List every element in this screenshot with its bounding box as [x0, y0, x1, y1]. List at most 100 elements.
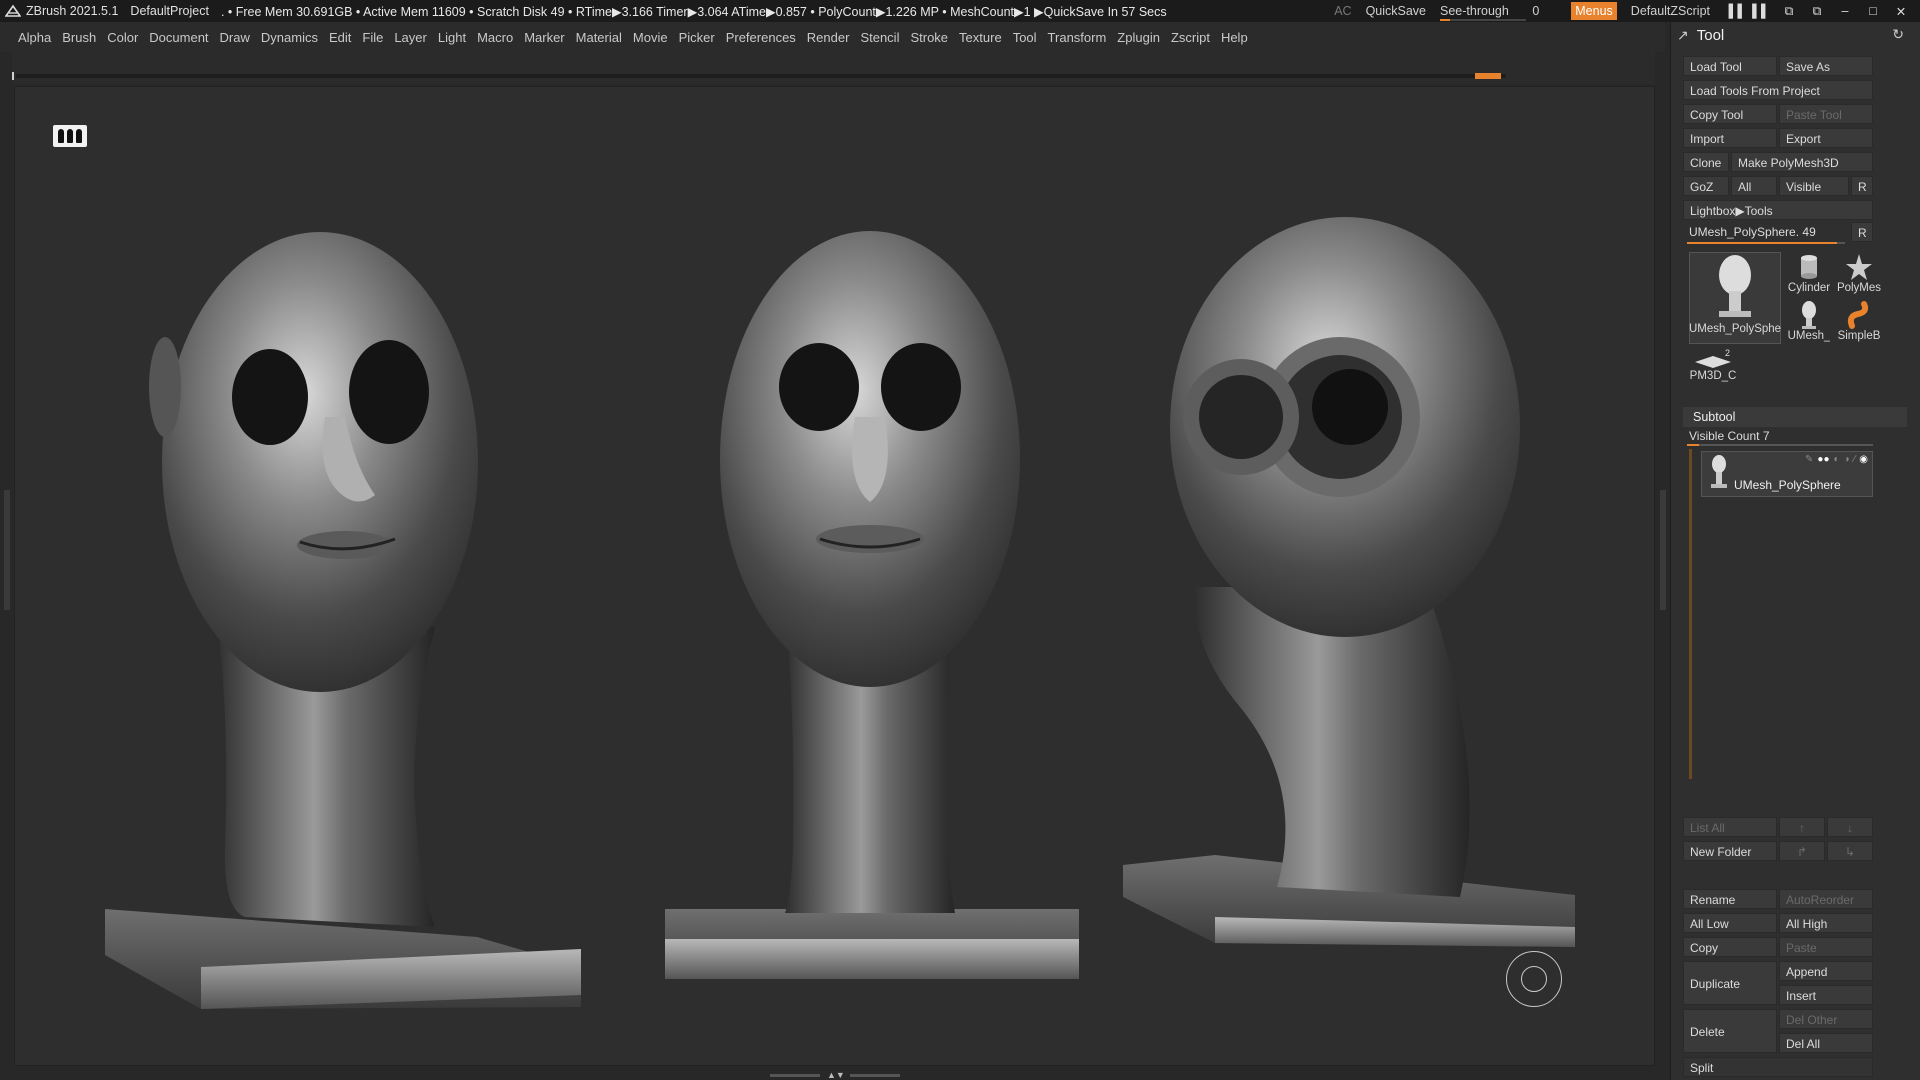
current-tool-r-button[interactable]: R — [1851, 222, 1873, 242]
default-zscript-button[interactable]: DefaultZScript — [1631, 4, 1710, 18]
menu-color[interactable]: Color — [107, 30, 138, 45]
document-canvas[interactable] — [14, 86, 1655, 1066]
thumb-pm3d[interactable]: 2 PM3D_C — [1689, 348, 1737, 388]
left-tray-toggle[interactable] — [4, 490, 10, 610]
clone-button[interactable]: Clone — [1683, 152, 1729, 172]
pen-icon[interactable]: ∕ — [1854, 454, 1856, 465]
menu-document[interactable]: Document — [149, 30, 208, 45]
layout-right-icon[interactable]: ▌▌ — [1752, 4, 1770, 18]
brush-icon[interactable]: ✎ — [1805, 454, 1813, 465]
copy-subtool-button[interactable]: Copy — [1683, 937, 1777, 957]
subtool-item[interactable]: ✎ ●● ◐ ◑ ∕ ◉ UMesh_PolySphere — [1701, 451, 1873, 497]
window-swap-icon[interactable]: ⧉ — [1808, 4, 1826, 18]
goz-visible-button[interactable]: Visible — [1779, 176, 1849, 196]
right-tray-toggle[interactable] — [1660, 490, 1666, 610]
quicksave-button[interactable]: QuickSave — [1366, 4, 1426, 18]
polypaint-toggle-icon[interactable]: ●● — [1817, 454, 1829, 465]
copy-tool-button[interactable]: Copy Tool — [1683, 104, 1777, 124]
menu-zplugin[interactable]: Zplugin — [1117, 30, 1160, 45]
paste-subtool-button[interactable]: Paste — [1779, 937, 1873, 957]
del-all-button[interactable]: Del All — [1779, 1033, 1873, 1053]
menu-file[interactable]: File — [362, 30, 383, 45]
goz-r-button[interactable]: R — [1851, 176, 1873, 196]
thumb-polymesh[interactable]: PolyMes — [1835, 252, 1883, 296]
menu-picker[interactable]: Picker — [679, 30, 715, 45]
menu-draw[interactable]: Draw — [220, 30, 250, 45]
visible-count-slider[interactable] — [1687, 444, 1873, 446]
append-button[interactable]: Append — [1779, 961, 1873, 981]
palette-refresh-icon[interactable]: ↻ — [1892, 26, 1904, 43]
move-up-icon[interactable]: ↑ — [1779, 817, 1825, 837]
maximize-icon[interactable]: □ — [1864, 4, 1882, 18]
move-down-icon[interactable]: ↓ — [1827, 817, 1873, 837]
new-folder-button[interactable]: New Folder — [1683, 841, 1777, 861]
menu-render[interactable]: Render — [807, 30, 850, 45]
current-tool-slider[interactable] — [1687, 242, 1845, 244]
menu-zscript[interactable]: Zscript — [1171, 30, 1210, 45]
menu-movie[interactable]: Movie — [633, 30, 668, 45]
paste-tool-button[interactable]: Paste Tool — [1779, 104, 1873, 124]
seethrough-slider[interactable]: See-through 0 — [1440, 4, 1557, 21]
autoreorder-button[interactable]: AutoReorder — [1779, 889, 1873, 909]
rename-button[interactable]: Rename — [1683, 889, 1777, 909]
timeline-cursor[interactable] — [12, 72, 14, 80]
menu-stencil[interactable]: Stencil — [860, 30, 899, 45]
close-icon[interactable]: ✕ — [1892, 4, 1910, 19]
menu-alpha[interactable]: Alpha — [18, 30, 51, 45]
folder-up-icon[interactable]: ↱ — [1779, 841, 1825, 861]
eye-icon[interactable]: ◉ — [1859, 454, 1868, 465]
delete-button[interactable]: Delete — [1683, 1009, 1777, 1053]
goz-all-button[interactable]: All — [1731, 176, 1777, 196]
menu-material[interactable]: Material — [576, 30, 622, 45]
menu-marker[interactable]: Marker — [524, 30, 564, 45]
timeline-track[interactable] — [16, 74, 1506, 78]
lightbox-tools-button[interactable]: Lightbox▶Tools — [1683, 200, 1873, 220]
thumb-simplebrush[interactable]: SimpleB — [1835, 300, 1883, 344]
menu-macro[interactable]: Macro — [477, 30, 513, 45]
menus-toggle-button[interactable]: Menus — [1571, 2, 1617, 20]
layout-left-icon[interactable]: ▐▐ — [1724, 4, 1742, 18]
load-tools-from-project-button[interactable]: Load Tools From Project — [1683, 80, 1873, 100]
menu-edit[interactable]: Edit — [329, 30, 351, 45]
menu-transform[interactable]: Transform — [1048, 30, 1107, 45]
zbrush-logo-icon[interactable] — [4, 2, 22, 20]
goz-button[interactable]: GoZ — [1683, 176, 1729, 196]
menu-brush[interactable]: Brush — [62, 30, 96, 45]
menu-preferences[interactable]: Preferences — [726, 30, 796, 45]
dynamesh-icon[interactable]: ◐ — [1834, 454, 1840, 465]
menu-light[interactable]: Light — [438, 30, 466, 45]
export-button[interactable]: Export — [1779, 128, 1873, 148]
load-tool-button[interactable]: Load Tool — [1683, 56, 1777, 76]
bottom-tray-toggle[interactable]: ▲▼ — [770, 1070, 900, 1080]
import-button[interactable]: Import — [1683, 128, 1777, 148]
menu-help[interactable]: Help — [1221, 30, 1248, 45]
menu-texture[interactable]: Texture — [959, 30, 1002, 45]
thumb-umesh-polysphere[interactable]: UMesh_PolySphe — [1689, 252, 1781, 344]
all-low-button[interactable]: All Low — [1683, 913, 1777, 933]
subtool-header[interactable]: Subtool — [1683, 407, 1907, 427]
save-as-button[interactable]: Save As — [1779, 56, 1873, 76]
subtool-list-scrollbar[interactable] — [1689, 449, 1692, 779]
timeline-marker[interactable] — [1475, 73, 1501, 79]
insert-button[interactable]: Insert — [1779, 985, 1873, 1005]
window-restore-icon[interactable]: ⧉ — [1780, 4, 1798, 18]
make-polymesh3d-button[interactable]: Make PolyMesh3D — [1731, 152, 1873, 172]
tool-palette-header[interactable]: ↗ Tool ↻ — [1671, 22, 1920, 48]
palette-pin-icon[interactable]: ↗ — [1677, 27, 1689, 44]
all-high-button[interactable]: All High — [1779, 913, 1873, 933]
thumb-cylinder[interactable]: Cylinder — [1785, 252, 1833, 296]
minimize-icon[interactable]: – — [1836, 4, 1854, 18]
menu-dynamics[interactable]: Dynamics — [261, 30, 318, 45]
folder-down-icon[interactable]: ↳ — [1827, 841, 1873, 861]
thumb-umesh-small[interactable]: UMesh_ — [1785, 300, 1833, 344]
menu-tool[interactable]: Tool — [1013, 30, 1037, 45]
del-other-button[interactable]: Del Other — [1779, 1009, 1873, 1029]
split-section[interactable]: Split — [1683, 1057, 1873, 1077]
list-all-button[interactable]: List All — [1683, 817, 1777, 837]
folder-icon[interactable]: ◑ — [1844, 454, 1850, 465]
duplicate-button[interactable]: Duplicate — [1683, 961, 1777, 1005]
navigation-gizmo[interactable] — [1506, 951, 1562, 1007]
sculpt-viewport — [105, 217, 1575, 1009]
menu-layer[interactable]: Layer — [394, 30, 427, 45]
menu-stroke[interactable]: Stroke — [910, 30, 948, 45]
